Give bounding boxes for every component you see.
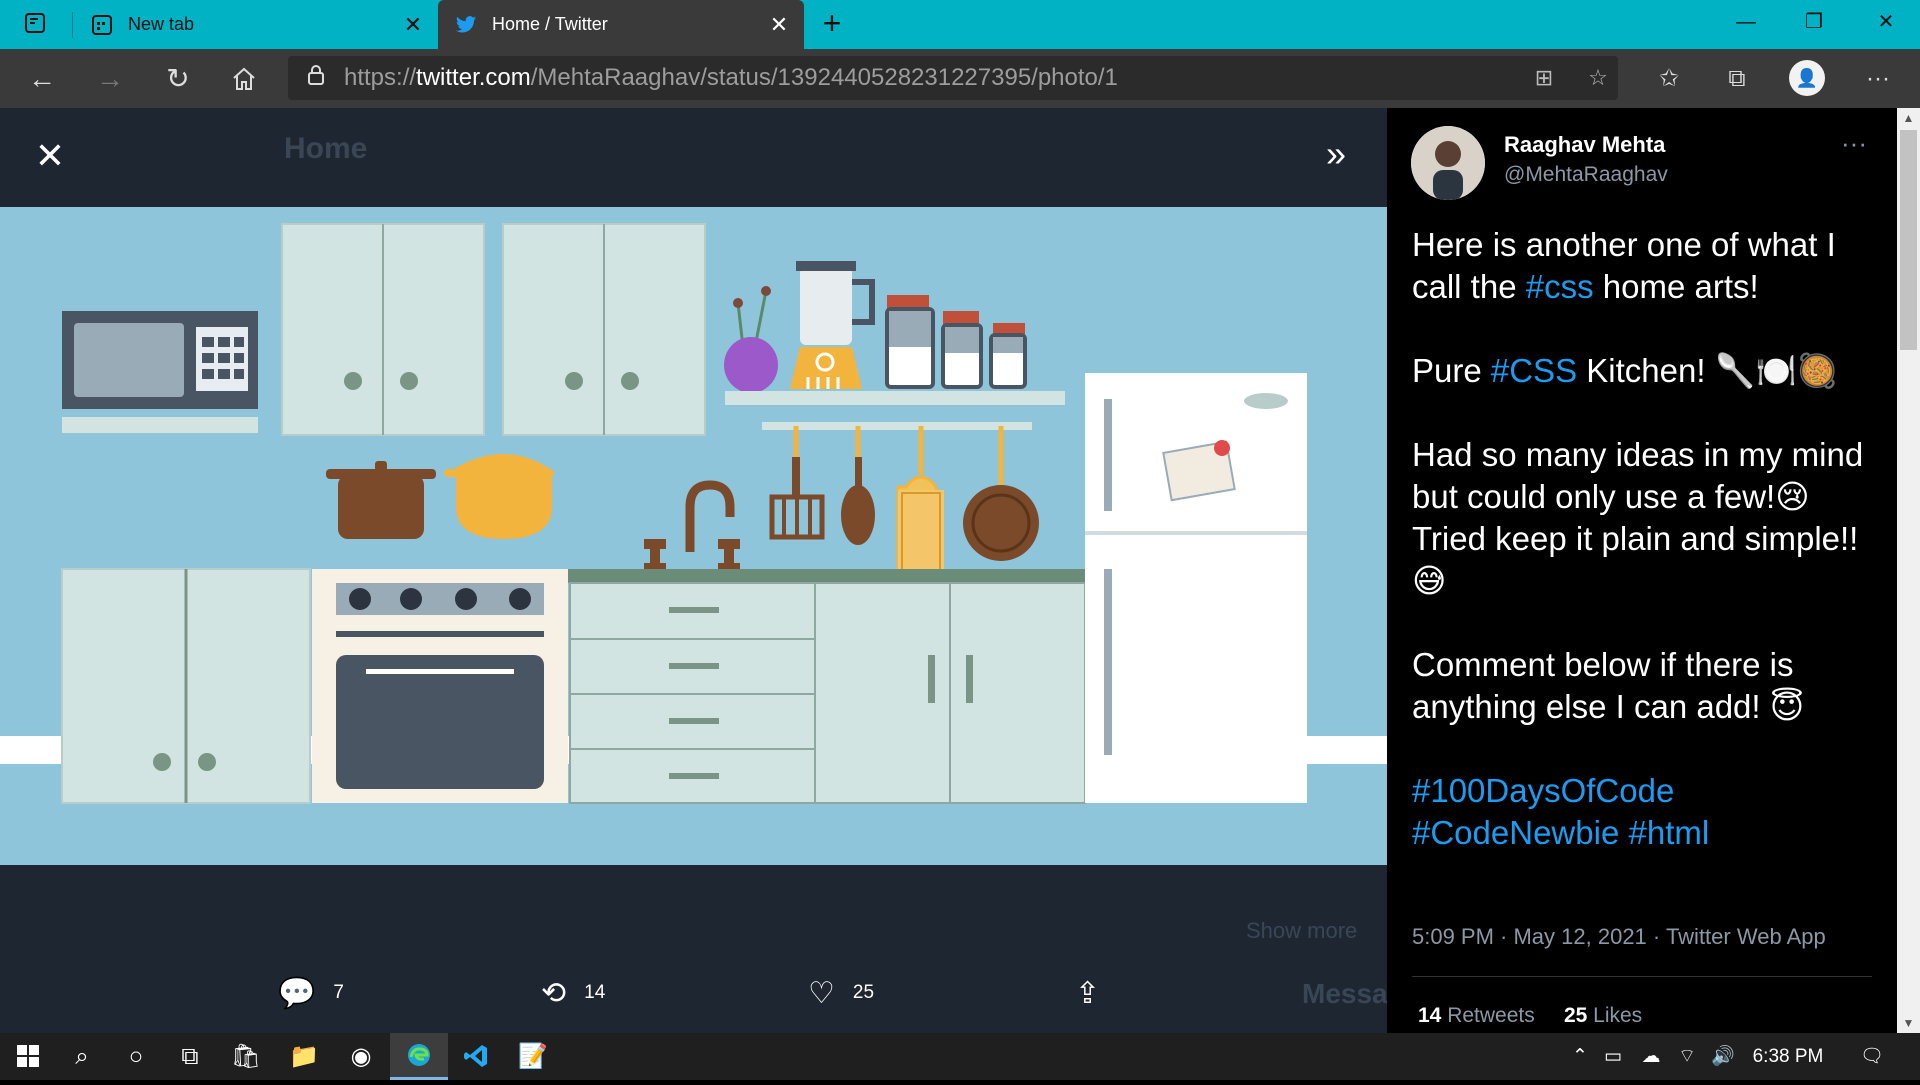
more-options-icon[interactable]: ···	[1841, 128, 1867, 159]
chrome-icon[interactable]: ◉	[333, 1033, 389, 1080]
scrollbar-thumb[interactable]	[1900, 130, 1917, 350]
tab-actions-icon[interactable]	[22, 12, 48, 36]
twitter-bird-icon	[454, 13, 478, 37]
tweet-actions-bar: 💬 7 ⟲ 14 ♡ 25 ⇪	[0, 968, 1387, 1018]
tab-label: Home / Twitter	[492, 14, 608, 34]
home-button[interactable]	[222, 57, 266, 101]
tweet-text-segment: Comment below if there is anything else …	[1412, 646, 1805, 725]
restore-button[interactable]: ❐	[1780, 0, 1848, 44]
like-count: 25	[852, 982, 875, 1003]
retweets-label[interactable]: Retweets	[1447, 1004, 1535, 1027]
address-bar[interactable]: https://twitter.com/MehtaRaaghav/status/…	[288, 56, 1618, 100]
tweet-text-segment: Kitchen! 🥄🍽️🥘	[1577, 352, 1838, 389]
wifi-icon[interactable]: ⌔	[1670, 1033, 1704, 1080]
file-explorer-icon[interactable]: 📁	[276, 1033, 332, 1080]
tab-label: New tab	[128, 14, 195, 34]
windows-start-icon[interactable]	[0, 1033, 56, 1080]
photo-viewer: Home Show more Messa ✕ » 💬 7 ⟲ 14 ♡ 25 ⇪	[0, 108, 1387, 1033]
divider	[1412, 976, 1872, 977]
tweet-text: Here is another one of what I call the #…	[1412, 224, 1882, 854]
retweet-count: 14	[584, 982, 606, 1003]
page-scrollbar[interactable]: ▲ ▼	[1897, 108, 1920, 1033]
cortana-icon[interactable]: ○	[108, 1033, 164, 1080]
tweet-stats: 14 Retweets 25 Likes	[1418, 1004, 1642, 1028]
url-host: twitter.com	[416, 64, 531, 91]
hashtag-link[interactable]: #CSS	[1491, 352, 1577, 389]
new-tab-button[interactable]: +	[814, 6, 850, 42]
cloud-icon[interactable]: ☁	[1634, 1033, 1668, 1080]
close-photo-icon[interactable]: ✕	[30, 136, 70, 176]
tab-new-tab[interactable]: New tab ✕	[74, 0, 438, 49]
volume-icon[interactable]: 🔊	[1706, 1033, 1740, 1080]
clock[interactable]: 6:38 PM	[1744, 1033, 1832, 1080]
add-favorite-icon[interactable]: ☆	[1582, 62, 1614, 94]
likes-number[interactable]: 25	[1564, 1004, 1587, 1027]
reply-button[interactable]: 💬 7	[278, 968, 344, 1018]
css-kitchen-illustration	[0, 223, 1387, 804]
tab-close-icon[interactable]: ✕	[398, 12, 428, 38]
like-button[interactable]: ♡ 25	[808, 968, 874, 1018]
app-available-icon[interactable]: ⊞	[1528, 62, 1560, 94]
author-name[interactable]: Raaghav Mehta	[1504, 132, 1665, 158]
tab-close-icon[interactable]: ✕	[764, 12, 794, 38]
heart-icon: ♡	[808, 976, 835, 1010]
author-avatar[interactable]	[1411, 126, 1485, 200]
close-window-button[interactable]: ✕	[1852, 0, 1920, 44]
reply-icon: 💬	[278, 976, 316, 1010]
background-home-heading: Home	[284, 132, 368, 165]
expand-sidebar-icon[interactable]: »	[1316, 136, 1356, 176]
forward-button[interactable]: →	[88, 57, 132, 101]
profile-icon[interactable]: 👤	[1789, 60, 1825, 96]
store-icon[interactable]: 🛍	[218, 1033, 274, 1080]
tweet-timestamp[interactable]: 5:09 PM · May 12, 2021 · Twitter Web App	[1412, 924, 1826, 950]
search-icon[interactable]: ⌕	[54, 1033, 110, 1080]
retweet-icon: ⟲	[541, 976, 567, 1010]
battery-icon[interactable]: ▭	[1596, 1033, 1630, 1080]
hashtag-link[interactable]: #html	[1628, 814, 1709, 851]
url-scheme: https://	[344, 64, 417, 91]
tweet-text-segment: Had so many ideas in my mind but could o…	[1412, 436, 1864, 599]
background-show-more: Show more	[1246, 918, 1358, 943]
retweet-button[interactable]: ⟲ 14	[541, 968, 605, 1018]
settings-more-icon[interactable]: ···	[1856, 57, 1900, 101]
minimize-button[interactable]: —	[1712, 0, 1780, 44]
scroll-up-icon[interactable]: ▲	[1897, 108, 1920, 128]
url-text: https://twitter.com/MehtaRaaghav/status/…	[344, 64, 1118, 92]
tab-separator	[72, 12, 73, 38]
back-button[interactable]: ←	[20, 57, 64, 101]
favorites-icon[interactable]: ✩	[1647, 57, 1691, 101]
tweet-details-panel: Raaghav Mehta @MehtaRaaghav ··· Here is …	[1387, 108, 1897, 1033]
hashtag-link[interactable]: #css	[1526, 268, 1594, 305]
edge-icon[interactable]	[390, 1033, 448, 1080]
retweets-number[interactable]: 14	[1418, 1004, 1441, 1027]
windows-taskbar: ⌕ ○ ⧉ 🛍 📁 ◉ 📝 ⌃ ▭ ☁ ⌔ 🔊 6:38 PM 🗨	[0, 1033, 1920, 1080]
toolbar: ← → ↻ https://twitter.com/MehtaRaaghav/s…	[0, 49, 1920, 108]
tweet-text-segment: home arts!	[1593, 268, 1759, 305]
tab-strip: New tab ✕ Home / Twitter ✕ + — ❐ ✕	[0, 0, 1920, 49]
hashtag-link[interactable]: #CodeNewbie	[1412, 814, 1619, 851]
tweet-photo[interactable]	[0, 207, 1387, 865]
url-path: /MehtaRaaghav/status/1392440528231227395…	[530, 64, 1118, 91]
hashtag-link[interactable]: #100DaysOfCode	[1412, 772, 1674, 809]
tweet-text-segment: Pure	[1412, 352, 1491, 389]
task-view-icon[interactable]: ⧉	[162, 1033, 218, 1080]
notifications-icon[interactable]: 🗨	[1852, 1033, 1892, 1080]
lock-icon[interactable]	[296, 64, 336, 92]
reply-count: 7	[333, 982, 344, 1003]
show-hidden-icons[interactable]: ⌃	[1566, 1033, 1594, 1080]
likes-label[interactable]: Likes	[1593, 1004, 1642, 1027]
vscode-icon[interactable]	[448, 1033, 504, 1080]
notepad-icon[interactable]: 📝	[505, 1033, 561, 1080]
refresh-button[interactable]: ↻	[156, 57, 200, 101]
share-button[interactable]: ⇪	[1075, 968, 1118, 1018]
scroll-down-icon[interactable]: ▼	[1897, 1013, 1920, 1033]
collections-icon[interactable]: ⧉	[1715, 57, 1759, 101]
share-icon: ⇪	[1075, 976, 1101, 1010]
author-handle[interactable]: @MehtaRaaghav	[1504, 163, 1668, 187]
new-tab-page-icon	[90, 13, 114, 37]
tab-twitter[interactable]: Home / Twitter ✕	[438, 0, 804, 49]
